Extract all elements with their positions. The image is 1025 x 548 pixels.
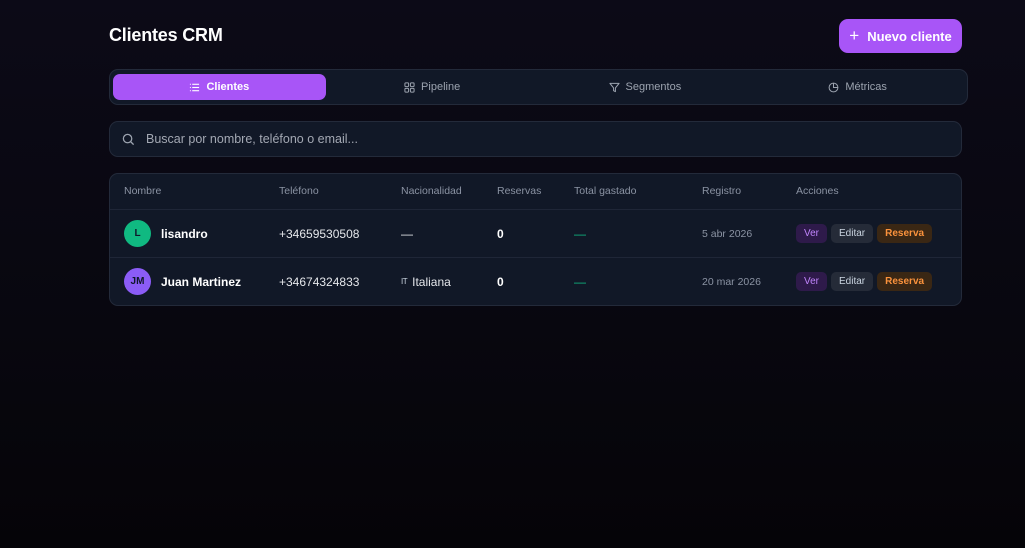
- client-nationality-cell: IT Italiana: [401, 258, 451, 305]
- row-actions: Ver Editar Reserva: [796, 210, 936, 257]
- tab-bar: Clientes Pipeline Segmentos Métricas: [109, 69, 968, 105]
- client-total: —: [574, 226, 586, 241]
- column-header-nacionalidad[interactable]: Nacionalidad: [401, 185, 462, 197]
- tab-label: Pipeline: [421, 81, 461, 93]
- client-reservas: 0: [497, 274, 504, 289]
- tab-pipeline[interactable]: Pipeline: [326, 74, 539, 100]
- page-header: Clientes CRM + Nuevo cliente: [109, 0, 962, 70]
- new-client-button[interactable]: + Nuevo cliente: [839, 19, 962, 53]
- table-header: Nombre Teléfono Nacionalidad Reservas To…: [110, 174, 961, 209]
- column-header-reservas[interactable]: Reservas: [497, 185, 541, 197]
- new-client-button-label: Nuevo cliente: [867, 28, 952, 44]
- table-row: JM Juan Martinez +34674324833 IT Italian…: [110, 257, 961, 305]
- tab-label: Métricas: [845, 81, 887, 93]
- tab-label: Segmentos: [625, 81, 682, 93]
- filter-icon: [608, 82, 620, 92]
- client-phone: +34659530508: [279, 226, 360, 241]
- client-registro: 20 mar 2026: [702, 275, 761, 288]
- search-input[interactable]: [144, 131, 961, 147]
- list-icon: [190, 83, 200, 91]
- client-total: —: [574, 274, 586, 289]
- tab-label: Clientes: [206, 81, 250, 93]
- tab-metricas[interactable]: Métricas: [751, 74, 964, 100]
- client-name-cell: L lisandro: [124, 210, 208, 257]
- row-actions: Ver Editar Reserva: [796, 258, 936, 305]
- search-bar: [109, 121, 962, 157]
- client-phone: +34674324833: [279, 274, 360, 289]
- edit-button[interactable]: Editar: [831, 272, 874, 291]
- tab-clientes[interactable]: Clientes: [113, 74, 326, 100]
- column-header-total-gastado[interactable]: Total gastado: [574, 185, 636, 197]
- client-nationality: —: [401, 226, 413, 241]
- flag-icon: IT: [401, 277, 408, 286]
- clients-table: Nombre Teléfono Nacionalidad Reservas To…: [109, 173, 962, 306]
- search-icon: [122, 133, 135, 145]
- client-nationality: Italiana: [412, 274, 451, 289]
- client-reservas: 0: [497, 226, 504, 241]
- page-title: Clientes CRM: [109, 25, 223, 45]
- column-header-nombre[interactable]: Nombre: [124, 185, 161, 197]
- tab-segmentos[interactable]: Segmentos: [539, 74, 752, 100]
- table-row: L lisandro +34659530508 — 0 — 5 abr 2026…: [110, 209, 961, 257]
- avatar: L: [124, 220, 151, 247]
- view-button[interactable]: Ver: [796, 272, 828, 291]
- client-registro: 5 abr 2026: [702, 227, 753, 240]
- grid-icon: [404, 81, 415, 93]
- client-name: Juan Martinez: [161, 274, 242, 289]
- crm-page: Clientes CRM + Nuevo cliente Clientes Pi…: [109, 0, 968, 306]
- column-header-registro[interactable]: Registro: [702, 185, 741, 197]
- client-name-cell: JM Juan Martinez: [124, 258, 241, 305]
- column-header-acciones: Acciones: [796, 185, 839, 197]
- pie-chart-icon: [828, 82, 839, 92]
- reserve-button[interactable]: Reserva: [877, 224, 933, 243]
- reserve-button[interactable]: Reserva: [877, 272, 933, 291]
- client-name: lisandro: [161, 226, 208, 241]
- plus-icon: +: [849, 25, 860, 45]
- avatar: JM: [124, 268, 151, 295]
- column-header-telefono[interactable]: Teléfono: [279, 185, 319, 197]
- edit-button[interactable]: Editar: [831, 224, 874, 243]
- view-button[interactable]: Ver: [796, 224, 828, 243]
